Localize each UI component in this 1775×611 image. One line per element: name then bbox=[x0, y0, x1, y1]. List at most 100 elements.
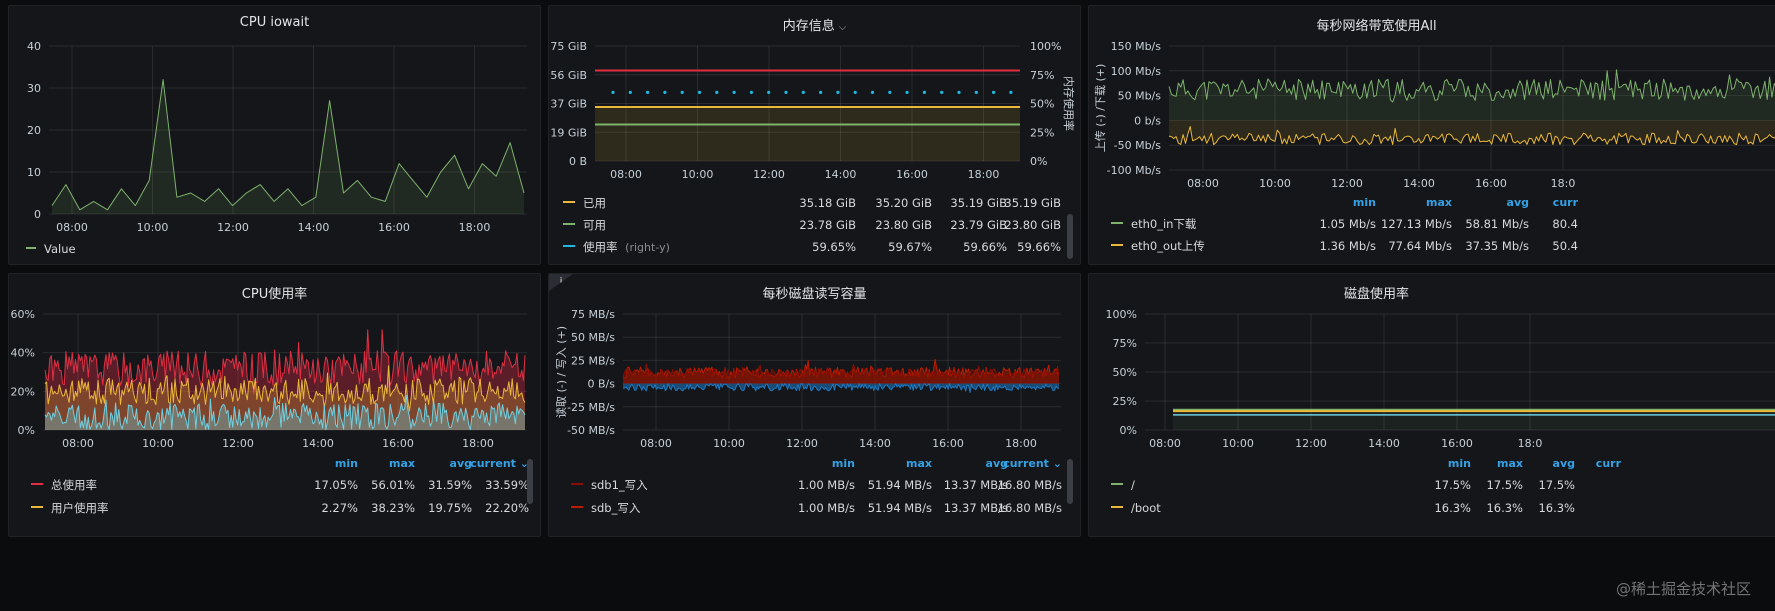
legend-scrollbar[interactable] bbox=[527, 459, 533, 504]
watermark: @稀土掘金技术社区 bbox=[1615, 580, 1751, 598]
iowait-chart: 0 10 20 30 40 08:00 10:00 12:00 14:00 16:00 18:00 bbox=[27, 40, 527, 234]
panel-title[interactable]: CPU iowait bbox=[9, 15, 540, 30]
y-tick-label: 0% bbox=[18, 424, 35, 437]
panel-cpu-usage[interactable]: CPU使用率 0% 20% 40% 60% 08:00 10:00 12:00 14:00 16… bbox=[8, 273, 541, 537]
y2-tick-label: 50% bbox=[1030, 98, 1054, 111]
legend-item[interactable]: 已用 35.18 GiB 35.20 GiB 35.19 GiB 35.19 G… bbox=[563, 192, 1063, 214]
legend-label: Value bbox=[44, 242, 76, 256]
y-tick-label: 50% bbox=[1113, 366, 1137, 379]
cpu-usage-chart: 0% 20% 40% 60% 08:00 10:00 12:00 14:00 16:00 18:0… bbox=[11, 308, 527, 450]
x-tick-label: 12:00 bbox=[222, 437, 254, 450]
y-tick-label: 56 GiB bbox=[550, 69, 587, 82]
y-tick-label: 150 Mb/s bbox=[1111, 40, 1162, 53]
series-point-usage bbox=[663, 90, 667, 94]
x-tick-label: 10:00 bbox=[713, 437, 745, 450]
legend-item[interactable]: 可用 23.78 GiB 23.80 GiB 23.79 GiB 23.80 G… bbox=[563, 214, 1063, 236]
x-tick-label: 18:0 bbox=[1518, 437, 1543, 450]
x-tick-label: 16:00 bbox=[1475, 177, 1507, 190]
legend-header-current[interactable]: curr bbox=[1541, 457, 1621, 470]
panel-cpu-iowait[interactable]: CPU iowait 0 10 20 30 40 08:00 10:00 12:00 14:00… bbox=[8, 5, 541, 265]
legend-item[interactable]: Value bbox=[26, 238, 76, 260]
legend-item[interactable]: 总使用率 17.05% 56.01% 31.59% 33.59% bbox=[31, 474, 531, 496]
x-tick-label: 18:00 bbox=[459, 221, 491, 234]
y-tick-label: -50 MB/s bbox=[567, 424, 615, 437]
x-tick-label: 08:00 bbox=[62, 437, 94, 450]
x-tick-label: 08:00 bbox=[610, 168, 642, 181]
legend-header-current[interactable]: current ⌄ bbox=[982, 457, 1062, 470]
x-tick-label: 14:00 bbox=[859, 437, 891, 450]
series-point-usage bbox=[732, 90, 736, 94]
y-tick-label: 0% bbox=[1120, 424, 1137, 437]
legend-header-current[interactable]: curr bbox=[1498, 196, 1578, 209]
panel-disk-usage[interactable]: 磁盘使用率 0% 25% 50% 75% 100% 08:00 10:00 12:00 14:0… bbox=[1088, 273, 1775, 537]
y2-axis-label: 内存使用率 bbox=[1062, 76, 1076, 131]
x-tick-label: 18:00 bbox=[462, 437, 494, 450]
y-tick-label: 50 MB/s bbox=[571, 331, 615, 344]
x-tick-label: 16:00 bbox=[932, 437, 964, 450]
x-tick-label: 10:00 bbox=[137, 221, 169, 234]
series-point-usage bbox=[784, 90, 788, 94]
y-tick-label: -50 Mb/s bbox=[1114, 139, 1162, 152]
series-point-usage bbox=[1009, 90, 1013, 94]
legend-header-max[interactable]: max bbox=[1372, 196, 1452, 209]
panel-disk-io[interactable]: i 每秒磁盘读写容量 -50 MB/s -25 MB/s 0 B/s 25 MB/s 5… bbox=[548, 273, 1081, 537]
legend-item[interactable]: sdb1_写入 1.00 MB/s 51.94 MB/s 13.37 MB/s … bbox=[571, 474, 1071, 496]
y-tick-label: 25 MB/s bbox=[571, 354, 615, 367]
network-chart: -100 Mb/s -50 Mb/s 0 b/s 50 Mb/s 100 Mb/s 150… bbox=[1094, 40, 1775, 190]
series-point-usage bbox=[870, 90, 875, 94]
y-tick-label: 75% bbox=[1113, 337, 1137, 350]
x-tick-label: 12:00 bbox=[786, 437, 818, 450]
disk-usage-chart: 0% 25% 50% 75% 100% 08:00 10:00 12:00 14:00 16:00… bbox=[1106, 308, 1775, 450]
panel-memory[interactable]: 内存信息 ⌵ 0 B 19 GiB 37 GiB 56 GiB 75 GiB 08:00 10… bbox=[548, 5, 1081, 265]
series-point-usage bbox=[888, 90, 892, 94]
legend-item[interactable]: 使用率 (right-y) 59.65% 59.67% 59.66% 59.66… bbox=[563, 236, 1063, 258]
legend-item[interactable]: 用户使用率 2.27% 38.23% 19.75% 22.20% bbox=[31, 497, 531, 519]
series-point-usage bbox=[940, 90, 944, 94]
legend-item[interactable]: eth0_in下载 1.05 Mb/s 127.13 Mb/s 58.81 Mb… bbox=[1111, 213, 1775, 235]
legend-item[interactable]: sdb_写入 1.00 MB/s 51.94 MB/s 13.37 MB/s 1… bbox=[571, 497, 1071, 519]
y2-tick-label: 75% bbox=[1030, 69, 1054, 82]
series-point-usage bbox=[905, 90, 909, 94]
series-point-usage bbox=[628, 90, 632, 94]
x-tick-label: 18:00 bbox=[968, 168, 1000, 181]
y-tick-label: 10 bbox=[27, 166, 41, 179]
y-tick-label: 0 B/s bbox=[588, 378, 616, 391]
series-point-usage bbox=[836, 90, 840, 94]
legend-item[interactable]: eth0_out上传 1.36 Mb/s 77.64 Mb/s 37.35 Mb… bbox=[1111, 235, 1775, 257]
y-tick-label: 20% bbox=[11, 385, 35, 398]
y-tick-label: 0 B bbox=[569, 155, 587, 168]
y-tick-label: 75 MB/s bbox=[571, 308, 615, 321]
y2-tick-label: 0% bbox=[1030, 155, 1047, 168]
legend-header-current[interactable]: current ⌄ bbox=[449, 457, 529, 470]
y-tick-label: 25% bbox=[1113, 395, 1137, 408]
x-tick-label: 12:00 bbox=[217, 221, 249, 234]
series-point-usage bbox=[819, 90, 823, 94]
y-axis-label: 上传 (-) /下载 (+) bbox=[1094, 64, 1107, 153]
y-tick-label: 60% bbox=[11, 308, 35, 321]
disk-io-legend: min max avg current ⌄ sdb1_写入 1.00 MB/s … bbox=[571, 457, 1080, 536]
y-tick-label: 100 Mb/s bbox=[1111, 65, 1162, 78]
panel-network[interactable]: 每秒网络带宽使用All -100 Mb/s -50 Mb/s 0 b/s 50 Mb/… bbox=[1088, 5, 1775, 265]
x-tick-label: 08:00 bbox=[1149, 437, 1181, 450]
series-point-usage bbox=[611, 90, 615, 94]
y-tick-label: -100 Mb/s bbox=[1107, 164, 1162, 177]
x-tick-label: 14:00 bbox=[298, 221, 330, 234]
series-point-usage bbox=[922, 90, 926, 94]
legend-item[interactable]: /boot 16.3% 16.3% 16.3% bbox=[1111, 497, 1775, 519]
x-tick-label: 12:00 bbox=[1295, 437, 1327, 450]
legend-scrollbar[interactable] bbox=[1067, 214, 1073, 259]
legend-scrollbar[interactable] bbox=[1067, 459, 1073, 504]
y-tick-label: 20 bbox=[27, 124, 41, 137]
series-point-usage bbox=[853, 90, 857, 94]
x-tick-label: 10:00 bbox=[682, 168, 714, 181]
x-tick-label: 14:00 bbox=[302, 437, 334, 450]
y2-tick-label: 25% bbox=[1030, 126, 1054, 139]
series-line-value-fill bbox=[52, 79, 524, 214]
x-tick-label: 18:0 bbox=[1551, 177, 1576, 190]
series-point-usage bbox=[957, 90, 961, 94]
legend-header-max[interactable]: max bbox=[852, 457, 932, 470]
legend-header-min[interactable]: min bbox=[1296, 196, 1376, 209]
legend-header-min[interactable]: min bbox=[775, 457, 855, 470]
x-tick-label: 08:00 bbox=[56, 221, 88, 234]
legend-item[interactable]: / 17.5% 17.5% 17.5% bbox=[1111, 474, 1775, 496]
